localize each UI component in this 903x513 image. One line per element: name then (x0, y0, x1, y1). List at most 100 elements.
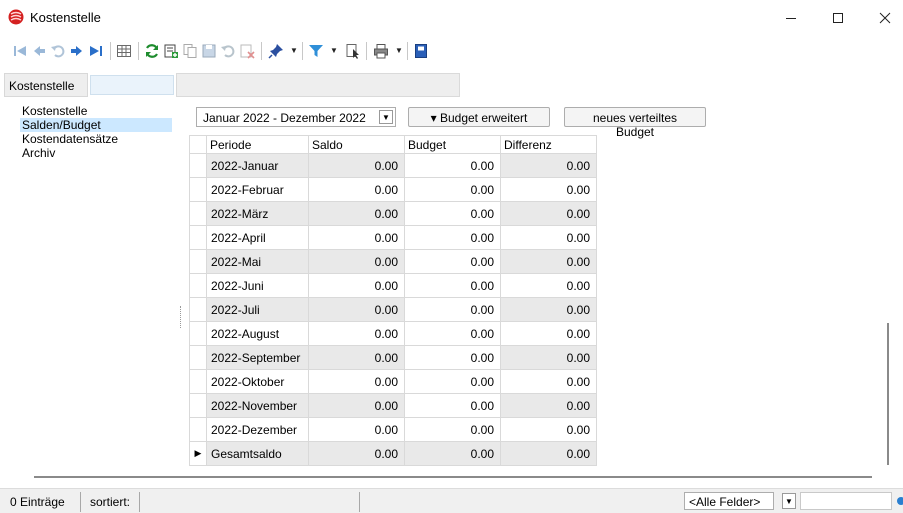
periode-cell: 2022-Januar (206, 153, 309, 178)
next-record-icon[interactable] (69, 43, 85, 59)
column-header-budget[interactable]: Budget (404, 135, 501, 154)
table-total-row[interactable]: ▶ Gesamtsaldo 0.00 0.00 0.00 (189, 441, 597, 466)
column-header-differenz[interactable]: Differenz (500, 135, 597, 154)
row-indicator-header (189, 135, 207, 154)
budget-cell[interactable]: 0.00 (404, 225, 501, 250)
search-icon[interactable] (893, 495, 903, 507)
search-input[interactable] (800, 492, 892, 510)
saldo-cell: 0.00 (308, 177, 405, 202)
table-row[interactable]: 2022-August 0.00 0.00 0.00 (189, 321, 597, 346)
column-header-periode[interactable]: Periode (206, 135, 309, 154)
row-indicator (189, 153, 207, 178)
maximize-button[interactable] (815, 0, 861, 36)
column-header-saldo[interactable]: Saldo (308, 135, 405, 154)
table-row[interactable]: 2022-Juli 0.00 0.00 0.00 (189, 297, 597, 322)
saldo-cell: 0.00 (308, 417, 405, 442)
budget-cell[interactable]: 0.00 (404, 249, 501, 274)
budget-extended-button[interactable]: ▾ Budget erweitert (408, 107, 550, 127)
budget-cell[interactable]: 0.00 (404, 177, 501, 202)
kostenstelle-filter-input[interactable] (90, 75, 174, 95)
splitter-grip[interactable] (180, 306, 182, 328)
saldo-cell: 0.00 (308, 297, 405, 322)
periode-cell: 2022-November (206, 393, 309, 418)
search-field-select[interactable]: <Alle Felder> (684, 492, 774, 510)
periode-cell: 2022-März (206, 201, 309, 226)
table-row[interactable]: 2022-Juni 0.00 0.00 0.00 (189, 273, 597, 298)
horizontal-scrollbar-thumb[interactable] (34, 476, 872, 478)
minimize-button[interactable] (768, 0, 814, 36)
close-icon (879, 12, 891, 24)
pin-icon[interactable] (268, 43, 284, 59)
last-record-icon[interactable] (88, 43, 104, 59)
differenz-cell: 0.00 (500, 249, 597, 274)
nav-item-salden-budget[interactable]: Salden/Budget (20, 118, 172, 132)
vertical-scrollbar-thumb[interactable] (887, 323, 889, 465)
row-indicator (189, 369, 207, 394)
nav-item-archiv[interactable]: Archiv (20, 146, 172, 160)
table-view-icon[interactable] (116, 43, 132, 59)
saldo-cell: 0.00 (308, 369, 405, 394)
budget-cell[interactable]: 0.00 (404, 273, 501, 298)
nav-item-kostendatensaetze[interactable]: Kostendatensätze (20, 132, 172, 146)
close-button[interactable] (862, 0, 903, 36)
row-indicator (189, 201, 207, 226)
differenz-cell: 0.00 (500, 297, 597, 322)
kostenstelle-description-field (176, 73, 460, 97)
window-title: Kostenstelle (30, 10, 101, 25)
chevron-down-icon[interactable]: ▼ (379, 110, 393, 124)
table-row[interactable]: 2022-März 0.00 0.00 0.00 (189, 201, 597, 226)
sort-field (142, 492, 360, 512)
chevron-down-icon[interactable]: ▼ (782, 493, 796, 509)
differenz-cell: 0.00 (500, 153, 597, 178)
budget-cell[interactable]: 0.00 (404, 417, 501, 442)
new-record-icon[interactable] (163, 43, 179, 59)
new-distributed-budget-button[interactable]: neues verteiltes Budget (564, 107, 706, 139)
entry-count: 0 Einträge (4, 492, 81, 512)
table-row[interactable]: 2022-November 0.00 0.00 0.00 (189, 393, 597, 418)
panel-splitter[interactable] (178, 102, 181, 458)
row-indicator (189, 393, 207, 418)
table-row[interactable]: 2022-April 0.00 0.00 0.00 (189, 225, 597, 250)
differenz-cell: 0.00 (500, 201, 597, 226)
toolbar-separator (110, 42, 111, 60)
filter-dropdown-icon[interactable]: ▼ (330, 46, 338, 55)
vertical-scrollbar[interactable] (874, 135, 891, 465)
delete-icon[interactable] (239, 43, 255, 59)
table-header-row: Periode Saldo Budget Differenz (189, 135, 597, 154)
table-row[interactable]: 2022-Oktober 0.00 0.00 0.00 (189, 369, 597, 394)
budget-cell[interactable]: 0.00 (404, 321, 501, 346)
select-icon[interactable] (345, 43, 361, 59)
filter-icon[interactable] (308, 43, 324, 59)
period-select[interactable]: Januar 2022 - Dezember 2022 ▼ (196, 107, 396, 127)
period-select-value: Januar 2022 - Dezember 2022 (203, 111, 366, 125)
toolbar-separator (138, 42, 139, 60)
budget-cell[interactable]: 0.00 (404, 369, 501, 394)
table-row[interactable]: 2022-Mai 0.00 0.00 0.00 (189, 249, 597, 274)
table-row[interactable]: 2022-September 0.00 0.00 0.00 (189, 345, 597, 370)
budget-cell[interactable]: 0.00 (404, 201, 501, 226)
refresh-icon[interactable] (144, 43, 160, 59)
table-row[interactable]: 2022-Februar 0.00 0.00 0.00 (189, 177, 597, 202)
table-row[interactable]: 2022-Dezember 0.00 0.00 0.00 (189, 417, 597, 442)
previous-record-icon[interactable] (31, 43, 47, 59)
pin-dropdown-icon[interactable]: ▼ (290, 46, 298, 55)
table-row[interactable]: 2022-Januar 0.00 0.00 0.00 (189, 153, 597, 178)
budget-cell[interactable]: 0.00 (404, 345, 501, 370)
print-icon[interactable] (373, 43, 389, 59)
budget-cell[interactable]: 0.00 (404, 153, 501, 178)
horizontal-scrollbar[interactable] (8, 466, 892, 480)
kostenstelle-filter-label: Kostenstelle (4, 73, 88, 97)
exit-icon[interactable] (413, 43, 429, 59)
first-record-icon[interactable] (12, 43, 28, 59)
budget-cell[interactable]: 0.00 (404, 393, 501, 418)
undo-changes-icon[interactable] (220, 43, 236, 59)
differenz-cell: 0.00 (500, 345, 597, 370)
print-dropdown-icon[interactable]: ▼ (395, 46, 403, 55)
undo-icon[interactable] (50, 43, 66, 59)
budget-cell[interactable]: 0.00 (404, 297, 501, 322)
save-icon[interactable] (201, 43, 217, 59)
periode-cell: Gesamtsaldo (206, 441, 309, 466)
copy-record-icon[interactable] (182, 43, 198, 59)
periode-cell: 2022-September (206, 345, 309, 370)
nav-item-kostenstelle[interactable]: Kostenstelle (20, 104, 172, 118)
